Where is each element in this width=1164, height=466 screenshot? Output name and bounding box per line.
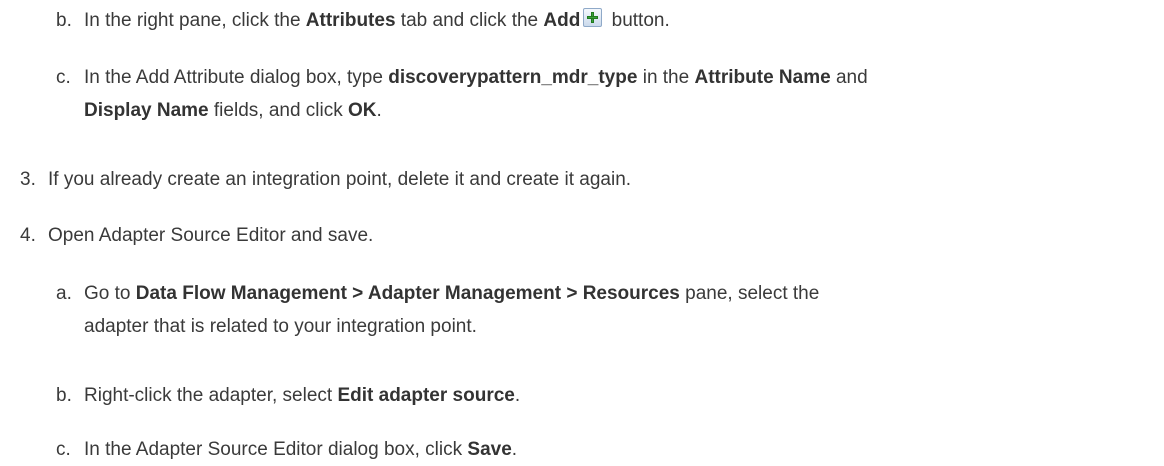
bold-term-save: Save <box>467 439 512 460</box>
bold-term-attribute-id: discoverypattern_mdr_type <box>388 67 638 88</box>
list-marker: c. <box>56 439 71 460</box>
bold-term-display-name: Display Name <box>84 100 209 121</box>
step-text-line1: Go to Data Flow Management > Adapter Man… <box>84 278 819 310</box>
list-marker: b. <box>56 10 72 31</box>
substep-b-edit-adapter-source: b. Right-click the adapter, select Edit … <box>0 380 1164 412</box>
text-run: In the Add Attribute dialog box, type <box>84 67 389 88</box>
bold-term-attributes: Attributes <box>305 10 396 31</box>
step-text: In the right pane, click the Attributes … <box>84 5 670 37</box>
text-run: Go to <box>84 283 136 304</box>
text-run: . <box>376 100 382 121</box>
step-4-adapter-source-editor: 4. Open Adapter Source Editor and save. <box>0 220 1164 252</box>
text-run: fields, and click <box>208 100 349 121</box>
text-run: tab and click the <box>395 10 544 31</box>
substep-c-add-attribute-dialog: c. In the Add Attribute dialog box, type… <box>0 62 1164 126</box>
step-3-integration-point: 3. If you already create an integration … <box>0 164 1164 196</box>
list-marker: b. <box>56 385 72 406</box>
text-run: . <box>511 439 518 460</box>
text-run: In the right pane, click the <box>84 10 306 31</box>
text-run: and <box>830 67 868 88</box>
text-run: . <box>514 385 521 406</box>
text-run: pane, select the <box>679 283 820 304</box>
step-text-line2: Display Name fields, and click OK. <box>84 95 382 127</box>
list-marker: c. <box>56 67 71 88</box>
text-run: in the <box>637 67 695 88</box>
step-text: In the Adapter Source Editor dialog box,… <box>84 434 517 466</box>
bold-term-add: Add <box>543 10 581 31</box>
list-marker: a. <box>56 283 72 304</box>
substep-a-resources-pane: a. Go to Data Flow Management > Adapter … <box>0 278 1164 342</box>
step-text: Open Adapter Source Editor and save. <box>48 225 374 246</box>
step-text-line2: adapter that is related to your integrat… <box>84 316 477 337</box>
step-text: Right-click the adapter, select Edit ada… <box>84 380 520 412</box>
bold-term-edit-adapter-source: Edit adapter source <box>337 385 515 406</box>
bold-term-ok: OK <box>348 100 377 121</box>
step-text: If you already create an integration poi… <box>48 169 632 190</box>
substep-b-add-attribute: b. In the right pane, click the Attribut… <box>0 5 1164 37</box>
substep-c-save: c. In the Adapter Source Editor dialog b… <box>0 434 1164 466</box>
list-marker: 4. <box>20 225 36 246</box>
step-text-line1: In the Add Attribute dialog box, type di… <box>84 62 868 94</box>
add-icon <box>583 8 603 27</box>
bold-term-menu-path: Data Flow Management > Adapter Managemen… <box>135 283 680 304</box>
list-marker: 3. <box>20 169 36 190</box>
bold-term-attribute-name: Attribute Name <box>694 67 831 88</box>
text-run: In the Adapter Source Editor dialog box,… <box>84 439 468 460</box>
text-run: button. <box>606 10 670 31</box>
text-run: Right-click the adapter, select <box>84 385 338 406</box>
